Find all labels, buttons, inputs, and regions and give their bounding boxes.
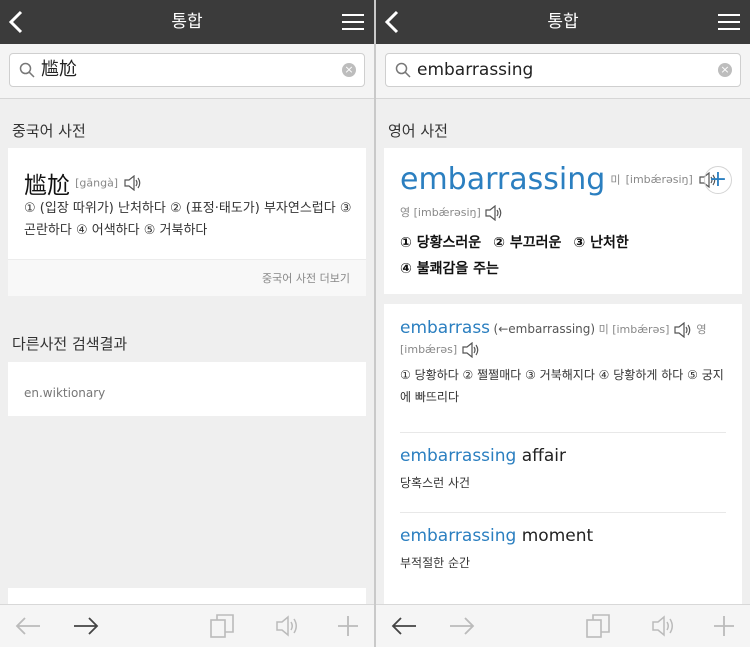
speaker-icon[interactable] [650,613,678,639]
speaker-icon[interactable] [673,322,693,338]
card-edge [8,588,366,604]
headword[interactable]: embarrassing [400,162,605,197]
list-item[interactable]: embarrass (←embarrassing) 미 [imbǽrəs] 영 … [400,318,728,408]
pronunciation: [gāngà] [75,176,119,190]
entry-note: (←embarrassing) [493,322,596,336]
entry-definition: ① 당황하다 ② 쩔쩔매다 ③ 거북해지다 ④ 당황하게 하다 ⑤ 궁지에 빠뜨… [400,368,724,404]
meaning-2: ② 부끄러운 [493,235,562,251]
top-bar: 통합 [0,0,374,44]
meaning-4: ④ 불쾌감을 주는 [400,261,499,277]
entry-phrase-rest[interactable]: moment [516,526,593,546]
us-pronunciation: [imbǽrəs] [612,323,670,336]
copy-icon[interactable] [208,613,236,639]
arrow-left-icon[interactable] [14,613,42,639]
english-main-card: embarrassing 미 [imbǽrəsiŋ] + 영 [imbǽrəsi… [384,148,742,294]
arrow-right-icon[interactable] [448,613,476,639]
more-link[interactable]: 중국어 사전 더보기 [8,259,366,296]
speaker-icon[interactable] [123,175,143,191]
section-heading-chinese: 중국어 사전 [12,122,86,140]
speaker-icon[interactable] [461,342,481,358]
list-item[interactable]: en.wiktionary [24,386,105,400]
uk-label: 영 [696,323,707,336]
search-query[interactable]: 尴尬 [41,54,77,86]
page-title: 통합 [547,12,579,32]
uk-pronunciation: [imbǽrəs] [400,343,458,356]
clear-x-icon[interactable]: × [342,63,356,77]
more-link-label[interactable]: 중국어 사전 더보기 [262,270,350,286]
list-item[interactable]: embarrassing affair 당혹스런 사건 [400,446,728,491]
plus-icon[interactable] [334,613,362,639]
entry-header: embarrassing affair [400,446,728,466]
chinese-dict-card: 尴尬 [gāngà] ① (입장 따위가) 난처하다 ② (표정·태도가) 부자… [8,148,366,296]
uk-label: 영 [400,206,411,219]
meanings: ① 당황스러운 ② 부끄러운 ③ 난처한 ④ 불쾌감을 주는 [400,230,641,282]
headword[interactable]: 尴尬 [24,173,70,199]
entry-phrase-rest[interactable]: affair [516,446,566,466]
list-item[interactable]: embarrassing moment 부적절한 순간 [400,526,728,571]
entry-header: embarrass (←embarrassing) 미 [imbǽrəs] 영 … [400,318,728,360]
top-bar: 통합 [376,0,750,44]
entry-header: embarrassing moment [400,526,728,546]
meaning-3: ③ 난처한 [573,235,629,251]
copy-icon[interactable] [584,613,612,639]
entry-word[interactable]: embarrassing [400,526,516,546]
arrow-left-icon[interactable] [390,613,418,639]
magnifier-icon [19,62,35,78]
left-pane: 통합 尴尬 × 중국어 사전 尴尬 [gāngà] ① (입장 따위가) 난처하… [0,0,374,647]
add-wordbook-button[interactable]: + [704,166,732,194]
section-heading-english: 영어 사전 [388,122,448,140]
bottom-toolbar [0,604,374,647]
search-input[interactable]: 尴尬 × [9,53,365,87]
meaning-1: ① 당황스러운 [400,235,482,251]
magnifier-icon [395,62,411,78]
search-area: 尴尬 × [0,44,374,99]
plus-icon[interactable] [710,613,738,639]
entry-header: 尴尬 [gāngà] [24,166,143,200]
bottom-toolbar [376,604,750,647]
hamburger-menu-icon[interactable] [342,12,364,32]
divider [400,432,726,433]
search-input[interactable]: embarrassing × [385,53,741,87]
us-label: 미 [610,173,621,187]
entry-meaning: 부적절한 순간 [400,556,471,570]
us-label: 미 [598,323,609,336]
hamburger-menu-icon[interactable] [718,12,740,32]
uk-pronunciation-line: 영 [imbǽrəsiŋ] [400,204,504,221]
speaker-icon[interactable] [274,613,302,639]
definition-text: ① (입장 따위가) 난처하다 ② (표정·태도가) 부자연스럽다 ③ 곤란하다… [24,201,352,238]
entry-word[interactable]: embarrass [400,318,490,338]
entry-word[interactable]: embarrassing [400,446,516,466]
english-related-card: embarrass (←embarrassing) 미 [imbǽrəs] 영 … [384,304,742,604]
page-title: 통합 [171,12,203,32]
entry-header: embarrassing 미 [imbǽrəsiŋ] [400,162,718,197]
search-area: embarrassing × [376,44,750,99]
section-heading-other: 다른사전 검색결과 [12,335,128,353]
entry-meaning: 당혹스런 사건 [400,476,471,490]
us-pronunciation: [imbǽrəsiŋ] [625,173,693,186]
uk-pronunciation: [imbǽrəsiŋ] [413,206,481,219]
arrow-right-icon[interactable] [72,613,100,639]
search-query[interactable]: embarrassing [417,54,533,86]
speaker-icon[interactable] [484,205,504,221]
clear-x-icon[interactable]: × [718,63,732,77]
divider [400,512,726,513]
right-pane: 통합 embarrassing × 영어 사전 embarrassing 미 [… [376,0,750,647]
other-dict-card[interactable]: en.wiktionary [8,362,366,416]
